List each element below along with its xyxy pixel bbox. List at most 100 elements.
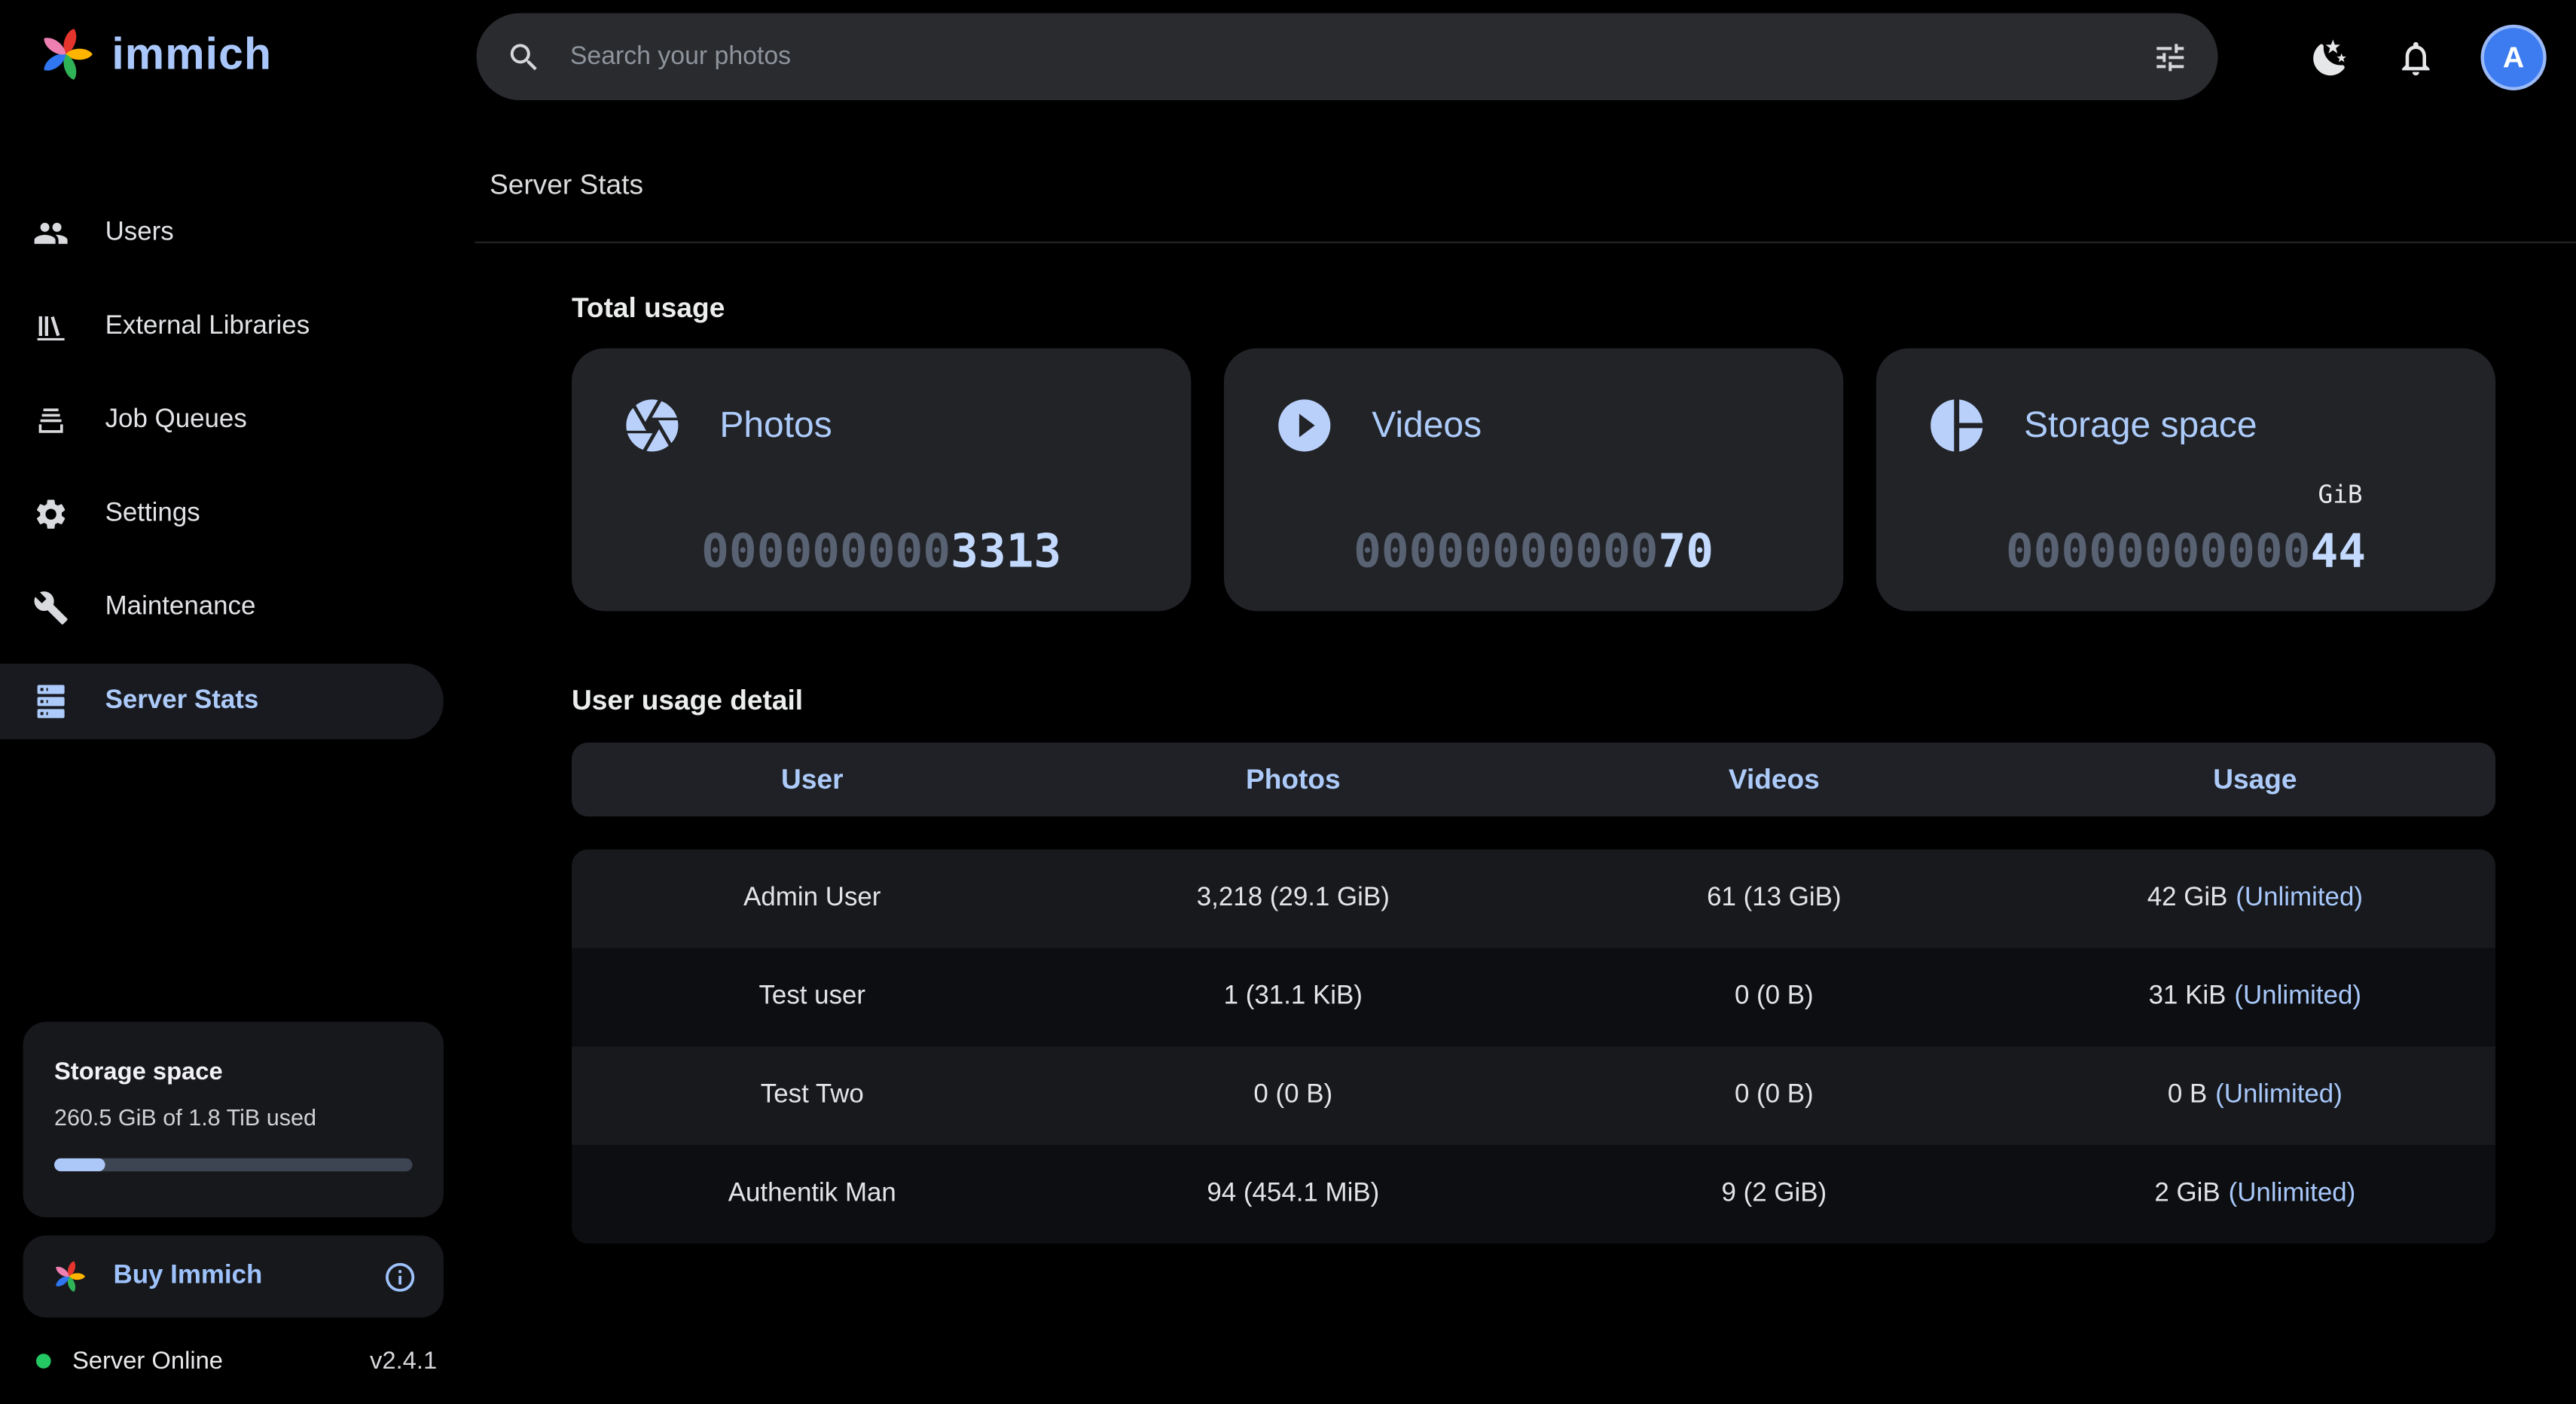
count-padding: 000000000 <box>701 524 951 578</box>
sidebar-item-maintenance[interactable]: Maintenance <box>0 570 475 646</box>
storage-space-panel: Storage space 260.5 GiB of 1.8 TiB used <box>23 1022 444 1218</box>
card-label: Photos <box>719 404 832 447</box>
card-label: Storage space <box>2024 404 2257 447</box>
usage-value: 2 GiB <box>2154 1180 2220 1209</box>
storage-usage-text: 260.5 GiB of 1.8 TiB used <box>54 1104 412 1131</box>
cell-usage: 0 B (Unlimited) <box>2015 1046 2496 1145</box>
usage-table-header: User Photos Videos Usage <box>572 743 2495 816</box>
usage-value: 0 B <box>2168 1081 2207 1110</box>
column-header-user: User <box>572 743 1053 816</box>
card-label: Videos <box>1372 404 1482 447</box>
storage-count: GiB0000000000044 <box>1876 524 2495 578</box>
cell-photos: 94 (454.1 MiB) <box>1053 1145 1534 1244</box>
sidebar-item-job-queues[interactable]: Job Queues <box>0 383 475 458</box>
sidebar-item-label: Settings <box>105 499 200 529</box>
cell-user: Test user <box>572 948 1053 1047</box>
top-bar-actions: A <box>2310 0 2547 115</box>
column-header-videos: Videos <box>1534 743 2015 816</box>
cell-user: Admin User <box>572 850 1053 948</box>
search-bar[interactable] <box>477 13 2218 100</box>
search-icon <box>506 38 542 75</box>
server-version[interactable]: v2.4.1 <box>370 1346 437 1374</box>
sidebar-item-external-libraries[interactable]: External Libraries <box>0 289 475 365</box>
usage-value: 31 KiB <box>2149 982 2227 1012</box>
app-window: immich A User <box>0 0 2576 1404</box>
column-header-usage: Usage <box>2015 743 2496 816</box>
count-value: 3313 <box>951 524 1061 578</box>
title-divider <box>475 242 2576 243</box>
cell-usage: 42 GiB (Unlimited) <box>2015 850 2496 948</box>
storage-progress-fill <box>54 1158 105 1171</box>
sidebar-item-users[interactable]: Users <box>0 196 475 271</box>
camera-aperture-icon <box>621 394 683 456</box>
server-status-label: Server Online <box>72 1346 223 1374</box>
brand-name: immich <box>111 29 272 80</box>
sidebar-item-settings[interactable]: Settings <box>0 477 475 552</box>
usage-limit: (Unlimited) <box>2215 1081 2343 1110</box>
cell-videos: 0 (0 B) <box>1534 1046 2015 1145</box>
cell-user: Test Two <box>572 1046 1053 1145</box>
cell-user: Authentik Man <box>572 1145 1053 1244</box>
user-avatar[interactable]: A <box>2480 25 2546 90</box>
usage-limit: (Unlimited) <box>2229 1180 2356 1209</box>
storage-progress-bar <box>54 1158 412 1171</box>
sidebar-item-label: Server Stats <box>105 687 259 716</box>
server-online-dot <box>36 1353 51 1368</box>
user-usage-heading: User usage detail <box>572 685 803 719</box>
cell-usage: 2 GiB (Unlimited) <box>2015 1145 2496 1244</box>
photos-stat-card: Photos 0000000003313 <box>572 348 1191 611</box>
dark-mode-toggle-icon[interactable] <box>2310 37 2352 78</box>
table-row: Authentik Man 94 (454.1 MiB) 9 (2 GiB) 2… <box>572 1145 2495 1244</box>
immich-flower-icon <box>33 21 99 87</box>
app-logo[interactable]: immich <box>33 21 272 87</box>
pie-chart-icon <box>1925 394 1988 456</box>
videos-stat-card: Videos 0000000000070 <box>1224 348 1843 611</box>
usage-value: 42 GiB <box>2147 884 2228 913</box>
usage-table-body: Admin User 3,218 (29.1 GiB) 61 (13 GiB) … <box>572 850 2495 1244</box>
buy-immich-label: Buy Immich <box>113 1262 262 1291</box>
notifications-bell-icon[interactable] <box>2395 37 2437 78</box>
total-usage-heading: Total usage <box>572 292 725 325</box>
storage-panel-title: Storage space <box>54 1058 412 1086</box>
server-icon <box>33 683 69 719</box>
usage-limit: (Unlimited) <box>2236 884 2363 913</box>
table-row: Test user 1 (31.1 KiB) 0 (0 B) 31 KiB(Un… <box>572 948 2495 1047</box>
wrench-icon <box>33 590 69 626</box>
sidebar-item-label: External Libraries <box>105 312 310 341</box>
total-usage-cards: Photos 0000000003313 Videos 000000000007… <box>572 348 2495 611</box>
sidebar-item-label: Users <box>105 218 174 248</box>
cell-photos: 0 (0 B) <box>1053 1046 1534 1145</box>
photos-count: 0000000003313 <box>572 524 1191 578</box>
cell-usage: 31 KiB(Unlimited) <box>2015 948 2496 1047</box>
play-circle-icon <box>1273 394 1335 456</box>
buy-immich-button[interactable]: Buy Immich <box>23 1235 444 1317</box>
queue-icon <box>33 402 69 438</box>
gear-icon <box>33 496 69 533</box>
count-padding: 00000000000 <box>1354 524 1658 578</box>
sidebar-item-server-stats[interactable]: Server Stats <box>0 664 444 739</box>
cell-photos: 1 (31.1 KiB) <box>1053 948 1534 1047</box>
info-icon[interactable] <box>383 1259 417 1294</box>
count-value: 44 <box>2310 524 2366 578</box>
usage-limit: (Unlimited) <box>2234 982 2361 1012</box>
library-icon <box>33 309 69 345</box>
column-header-photos: Photos <box>1053 743 1534 816</box>
videos-count: 0000000000070 <box>1224 524 1843 578</box>
search-filters-icon[interactable] <box>2152 38 2188 75</box>
sidebar-item-label: Job Queues <box>105 406 247 435</box>
storage-stat-card: Storage space GiB0000000000044 <box>1876 348 2495 611</box>
server-status-row: Server Online v2.4.1 <box>23 1335 444 1384</box>
top-bar: immich A <box>0 0 2576 115</box>
cell-videos: 9 (2 GiB) <box>1534 1145 2015 1244</box>
sidebar-item-label: Maintenance <box>105 593 256 622</box>
cell-videos: 0 (0 B) <box>1534 948 2015 1047</box>
immich-flower-icon <box>49 1257 88 1296</box>
page-title: Server Stats <box>490 169 643 203</box>
count-value: 70 <box>1659 524 1714 578</box>
avatar-initial: A <box>2503 40 2524 75</box>
cell-videos: 61 (13 GiB) <box>1534 850 2015 948</box>
users-icon <box>33 215 69 252</box>
table-row: Test Two 0 (0 B) 0 (0 B) 0 B (Unlimited) <box>572 1046 2495 1145</box>
search-input[interactable] <box>566 40 2152 73</box>
count-padding: 00000000000 <box>2006 524 2310 578</box>
